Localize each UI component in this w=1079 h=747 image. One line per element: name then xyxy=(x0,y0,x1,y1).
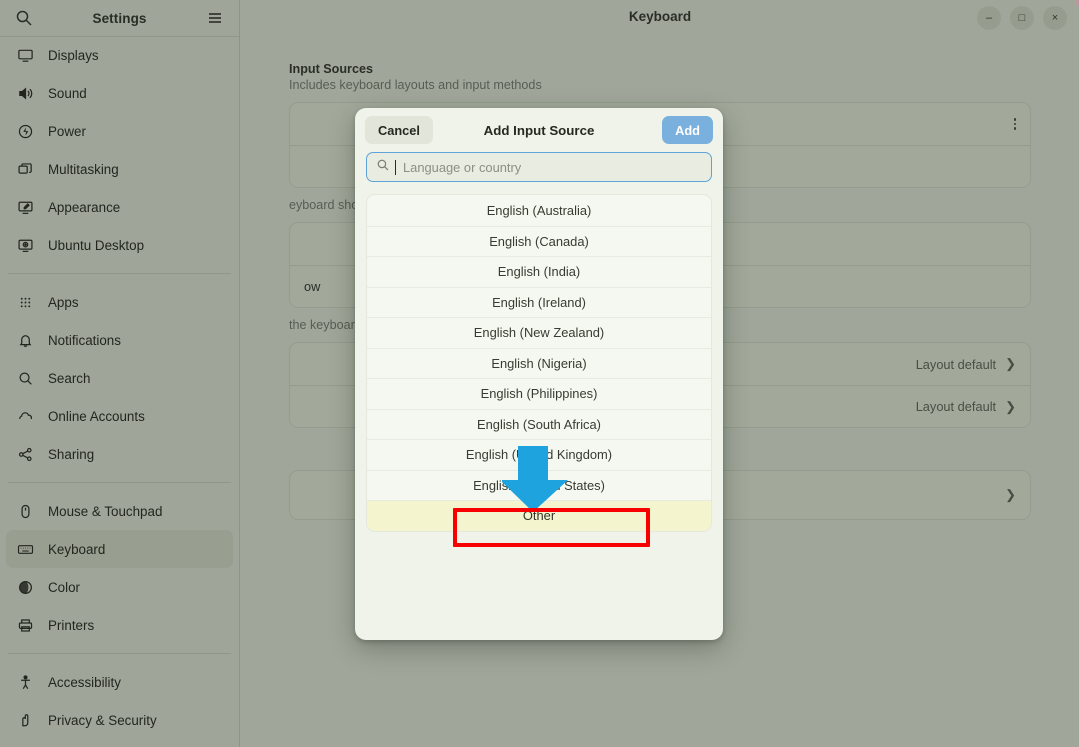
search-input[interactable]: Language or country xyxy=(366,152,712,182)
text-cursor xyxy=(395,159,396,175)
input-source-list-item[interactable]: English (Australia) xyxy=(367,195,711,226)
input-source-list-item[interactable]: English (New Zealand) xyxy=(367,317,711,348)
search-icon[interactable] xyxy=(14,8,34,28)
input-source-label: English (South Africa) xyxy=(477,416,601,432)
input-source-label: English (Canada) xyxy=(489,233,589,249)
dialog-search-area: Language or country xyxy=(355,152,723,182)
input-source-label: English (India) xyxy=(497,264,581,280)
input-source-list-item[interactable]: English (South Africa) xyxy=(367,408,711,440)
input-source-list-item[interactable]: English (Canada) xyxy=(367,225,711,257)
hamburger-menu-icon[interactable] xyxy=(205,8,225,28)
input-source-list-item[interactable]: English (Ireland) xyxy=(367,286,711,318)
input-source-label: English (Philippines) xyxy=(480,386,598,402)
search-placeholder: Language or country xyxy=(403,159,522,175)
input-source-label: English (Nigeria) xyxy=(491,355,587,371)
dialog-header: Cancel Add Input Source Add xyxy=(355,108,723,152)
input-source-label: English (Australia) xyxy=(486,202,592,218)
input-source-list-item[interactable]: English (India) xyxy=(367,256,711,287)
cancel-button[interactable]: Cancel xyxy=(365,116,433,144)
input-source-list-item[interactable]: English (Philippines) xyxy=(367,378,711,409)
input-source-list-item[interactable]: English (Nigeria) xyxy=(367,347,711,379)
search-icon xyxy=(376,158,390,177)
annotation-arrow-icon xyxy=(502,446,568,512)
settings-window: Settings Displays Sound Power Multitasking A… xyxy=(0,0,1079,747)
input-source-label: English (New Zealand) xyxy=(473,325,605,341)
input-source-label: English (Ireland) xyxy=(492,294,586,310)
add-button[interactable]: Add xyxy=(662,116,713,144)
add-input-source-dialog: Cancel Add Input Source Add Language or … xyxy=(355,108,723,640)
